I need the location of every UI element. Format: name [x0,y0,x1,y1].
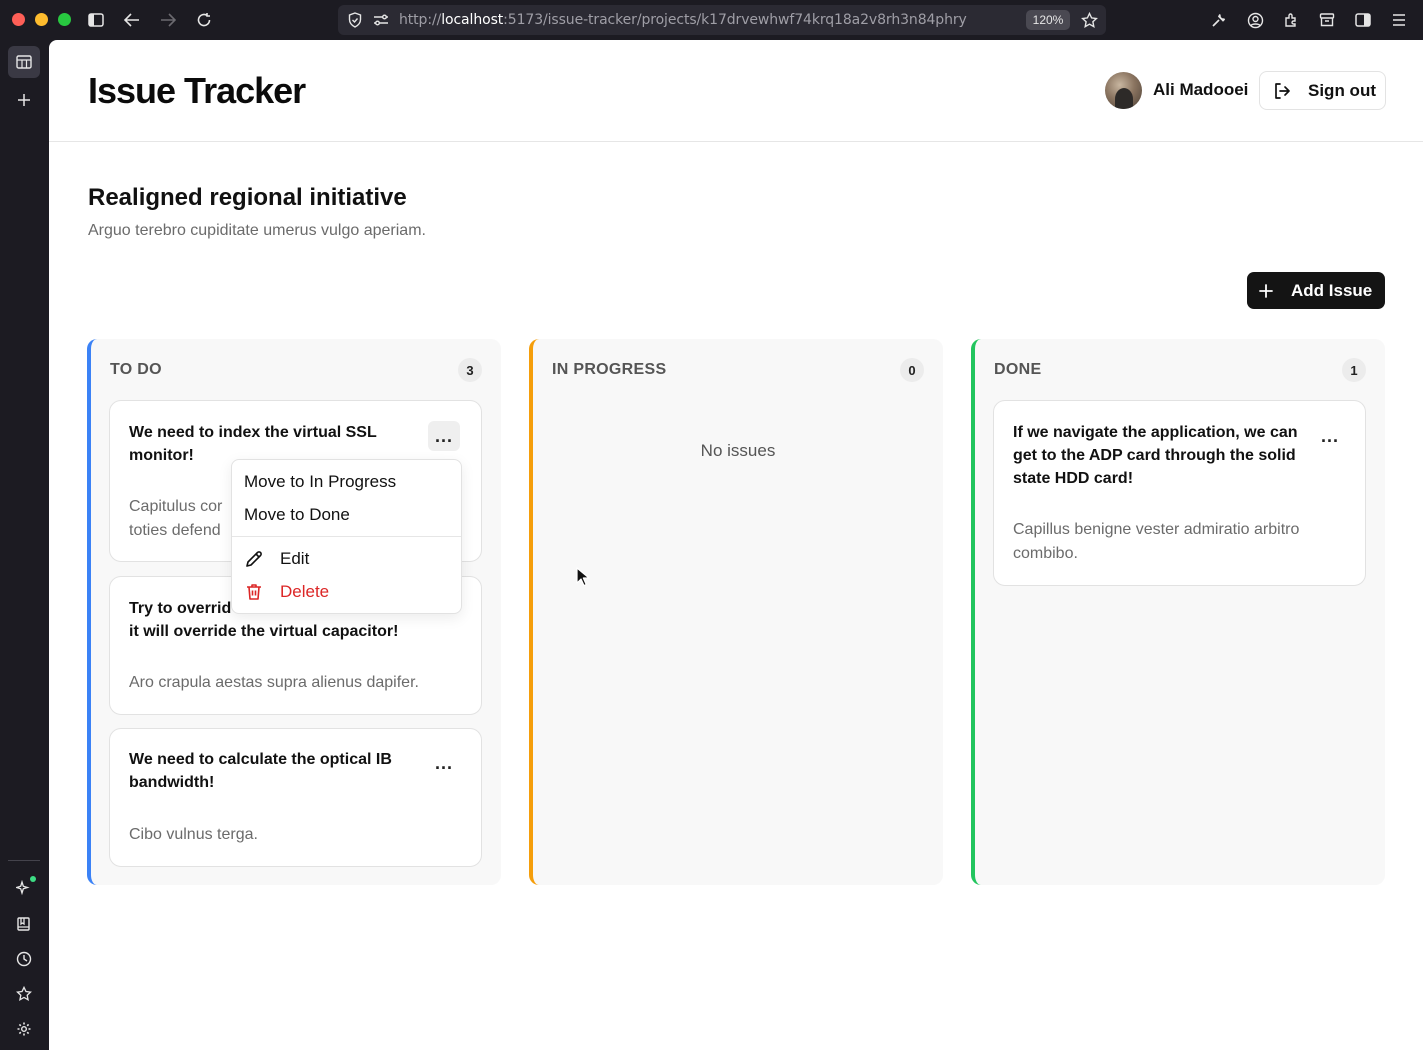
ai-sparkle-icon[interactable] [8,872,40,904]
site-permissions-icon[interactable] [370,9,392,31]
issue-description: Aro crapula aestas supra alienus dapifer… [129,674,419,691]
url-text: http://localhost:5173/issue-tracker/proj… [399,12,967,28]
issue-description: Cibo vulnus terga. [129,826,258,843]
issue-title-line2: it will override the virtual capacitor! [129,623,399,640]
column-title: TO DO [110,361,162,378]
notification-dot [30,876,36,882]
column-count-badge: 0 [900,358,924,382]
ellipsis-icon: ... [1320,425,1339,446]
menu-item-move-done[interactable]: Move to Done [244,505,350,525]
bookmark-star-icon[interactable] [1078,9,1100,31]
menu-item-move-in-progress[interactable]: Move to In Progress [244,472,396,492]
column-done: DONE 1 If we navigate the application, w… [971,339,1385,885]
menu-item-delete[interactable]: Delete [244,582,329,602]
page: Issue Tracker Ali Madooei Sign out Reali… [49,40,1423,1050]
menu-item-edit[interactable]: Edit [244,549,309,569]
issue-title: We need to calculate the optical IB band… [129,751,392,791]
sidebar-tab-icon[interactable] [8,46,40,78]
history-clock-icon[interactable] [8,943,40,975]
project-description: Arguo terebro cupiditate umerus vulgo ap… [88,222,426,239]
container-box-icon[interactable] [1316,9,1338,31]
address-bar[interactable]: http://localhost:5173/issue-tracker/proj… [338,5,1106,35]
app-header: Issue Tracker Ali Madooei Sign out [49,40,1423,142]
zoom-level-badge[interactable]: 120% [1026,10,1070,30]
mouse-cursor-icon [576,567,590,587]
issue-description: Capillus benigne vester admiratio arbitr… [1013,521,1300,562]
maximize-window-button[interactable] [58,13,71,26]
empty-column-message: No issues [700,441,776,460]
column-title: DONE [994,361,1042,378]
menu-separator [232,536,461,537]
card-menu-button[interactable]: ... [428,421,460,451]
column-title: IN PROGRESS [552,361,667,378]
sidebar-panel-icon[interactable] [1352,9,1374,31]
forward-arrow-icon[interactable] [157,9,179,31]
new-tab-plus-icon[interactable] [8,84,40,116]
menu-item-label: Delete [280,582,330,601]
card-actions-menu: Move to In Progress Move to Done Edit De… [231,459,462,614]
card-menu-button[interactable]: ... [1314,421,1346,451]
browser-toolbar: http://localhost:5173/issue-tracker/proj… [0,0,1423,40]
sidebar-divider [8,860,40,861]
settings-gear-icon[interactable] [8,1013,40,1045]
pencil-icon [246,551,262,567]
wrench-icon[interactable] [1208,9,1230,31]
minimize-window-button[interactable] [35,13,48,26]
sidebar-toggle-icon[interactable] [85,9,107,31]
ellipsis-icon: ... [434,425,453,446]
column-count-badge: 1 [1342,358,1366,382]
trash-icon [247,584,261,600]
plus-icon [1259,280,1273,302]
sign-out-icon [1275,82,1290,99]
issue-title: If we navigate the application, we can g… [1013,424,1298,487]
card-menu-button[interactable]: ... [428,748,460,778]
hamburger-menu-icon[interactable] [1388,9,1410,31]
browser-sidebar [0,40,49,1050]
column-count-badge: 3 [458,358,482,382]
extensions-icon[interactable] [1280,9,1302,31]
sign-out-button[interactable]: Sign out [1259,71,1386,110]
add-issue-label: Add Issue [1291,280,1373,300]
add-issue-button[interactable]: Add Issue [1247,272,1385,309]
library-icon[interactable] [8,908,40,940]
app-title: Issue Tracker [88,70,306,111]
user-name: Ali Madooei [1153,80,1249,99]
column-in-progress: IN PROGRESS 0 No issues [529,339,943,885]
reload-icon[interactable] [193,9,215,31]
bookmarks-star-icon[interactable] [8,978,40,1010]
menu-item-label: Edit [280,549,310,568]
user-avatar [1105,72,1142,109]
shield-icon[interactable] [344,9,366,31]
sign-out-label: Sign out [1308,80,1376,100]
project-title: Realigned regional initiative [88,184,407,211]
issue-card[interactable]: If we navigate the application, we can g… [993,400,1366,586]
back-arrow-icon[interactable] [121,9,143,31]
close-window-button[interactable] [12,13,25,26]
ellipsis-icon: ... [434,752,453,773]
account-icon[interactable] [1244,9,1266,31]
issue-card[interactable]: We need to calculate the optical IB band… [109,728,482,867]
